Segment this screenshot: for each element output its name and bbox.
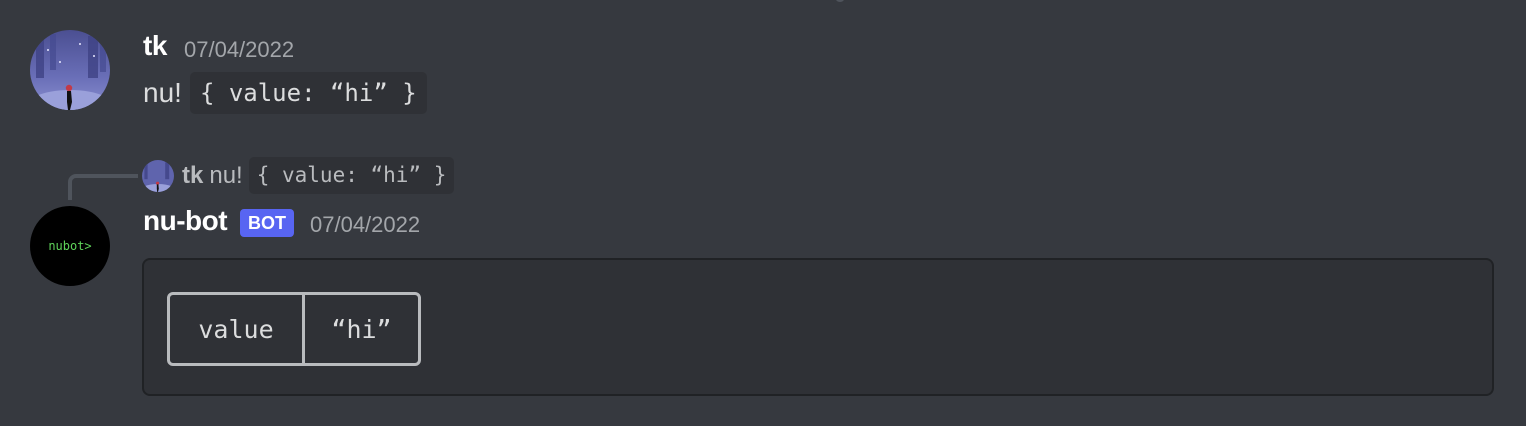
message-text: nu! (143, 77, 182, 108)
nu-bot-avatar[interactable]: nubot> (30, 206, 110, 286)
reply-avatar[interactable] (142, 159, 174, 192)
result-table: value “hi” (167, 292, 421, 366)
avatar-label: nubot> (48, 239, 92, 253)
message-timestamp[interactable]: 07/04/2022 (310, 212, 420, 238)
message-content: nu! { value: “hi” } (143, 72, 427, 114)
table-key-cell: value (198, 314, 274, 344)
reply-preview[interactable]: tk nu! { value: “hi” } (142, 157, 455, 194)
scroll-indicator (836, 0, 844, 2)
code-block: value “hi” (142, 258, 1494, 396)
message-timestamp[interactable]: 07/04/2022 (184, 37, 294, 63)
author-username[interactable]: tk (143, 30, 167, 62)
reply-connector-line (68, 174, 138, 200)
reply-text: nu! (209, 161, 243, 189)
bot-badge: BOT (240, 209, 294, 237)
tk-avatar[interactable] (30, 30, 110, 110)
reply-username[interactable]: tk (182, 162, 203, 190)
table-value-cell: “hi” (331, 314, 392, 344)
reply-inline-code: { value: “hi” } (248, 157, 455, 194)
bot-username[interactable]: nu-bot (143, 205, 228, 237)
inline-code: { value: “hi” } (189, 72, 427, 114)
night-forest-figure-icon (30, 30, 110, 110)
night-forest-figure-icon (142, 159, 174, 192)
